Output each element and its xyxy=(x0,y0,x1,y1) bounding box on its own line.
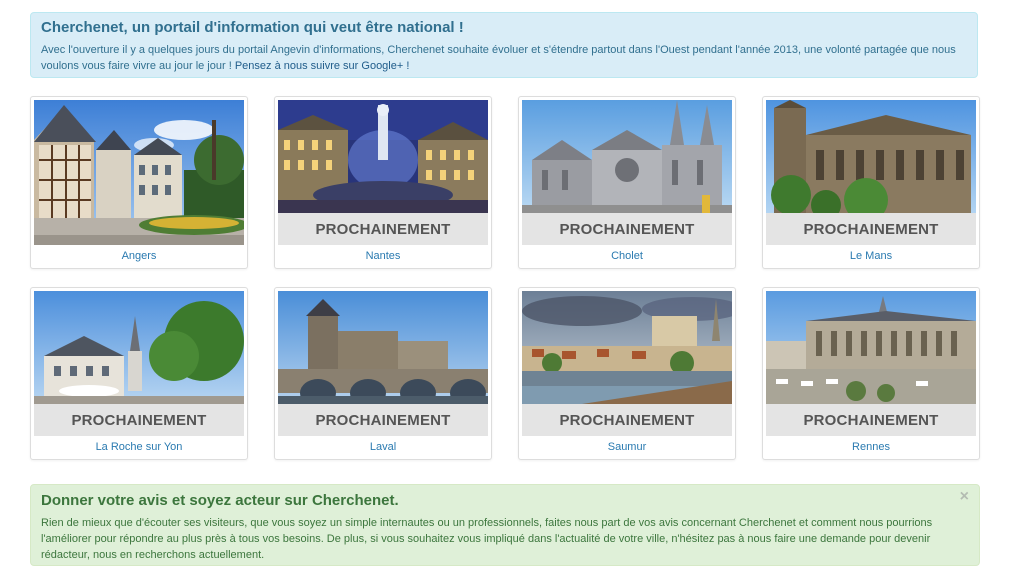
city-link-la-roche-sur-yon[interactable]: La Roche sur Yon xyxy=(31,441,247,453)
city-photo-la-roche-sur-yon[interactable]: PROCHAINEMENT xyxy=(34,291,244,436)
city-link-saumur[interactable]: Saumur xyxy=(519,441,735,453)
coming-soon-banner: PROCHAINEMENT xyxy=(278,404,488,436)
feedback-title: Donner votre avis et soyez acteur sur Ch… xyxy=(41,492,399,509)
city-card-rennes[interactable]: PROCHAINEMENT Rennes xyxy=(762,287,980,460)
city-photo-angers[interactable] xyxy=(34,100,244,245)
feedback-text: Rien de mieux que d'écouter ses visiteur… xyxy=(41,517,933,561)
city-photo-saumur[interactable]: PROCHAINEMENT xyxy=(522,291,732,436)
city-card-laval[interactable]: PROCHAINEMENT Laval xyxy=(274,287,492,460)
city-photo-nantes[interactable]: PROCHAINEMENT xyxy=(278,100,488,245)
feedback-alert: × Donner votre avis et soyez acteur sur … xyxy=(30,484,980,566)
city-link-rennes[interactable]: Rennes xyxy=(763,441,979,453)
coming-soon-banner: PROCHAINEMENT xyxy=(278,213,488,245)
intro-text: Avec l'ouverture il y a quelques jours d… xyxy=(41,42,967,74)
city-card-la-roche-sur-yon[interactable]: PROCHAINEMENT La Roche sur Yon xyxy=(30,287,248,460)
city-photo-rennes[interactable]: PROCHAINEMENT xyxy=(766,291,976,436)
city-card-angers[interactable]: Angers xyxy=(30,96,248,269)
city-link-le-mans[interactable]: Le Mans xyxy=(763,250,979,262)
city-link-laval[interactable]: Laval xyxy=(275,441,491,453)
coming-soon-banner: PROCHAINEMENT xyxy=(34,404,244,436)
city-card-cholet[interactable]: PROCHAINEMENT Cholet xyxy=(518,96,736,269)
intro-title: Cherchenet, un portail d'information qui… xyxy=(41,19,464,36)
intro-alert: Cherchenet, un portail d'information qui… xyxy=(30,12,978,78)
close-icon[interactable]: × xyxy=(960,489,969,505)
city-card-saumur[interactable]: PROCHAINEMENT Saumur xyxy=(518,287,736,460)
city-link-angers[interactable]: Angers xyxy=(31,250,247,262)
coming-soon-banner: PROCHAINEMENT xyxy=(522,213,732,245)
city-link-cholet[interactable]: Cholet xyxy=(519,250,735,262)
coming-soon-banner: PROCHAINEMENT xyxy=(766,404,976,436)
intro-body: Avec l'ouverture il y a quelques jours d… xyxy=(41,44,956,72)
city-photo-laval[interactable]: PROCHAINEMENT xyxy=(278,291,488,436)
city-card-nantes[interactable]: PROCHAINEMENT Nantes xyxy=(274,96,492,269)
city-card-le-mans[interactable]: PROCHAINEMENT Le Mans xyxy=(762,96,980,269)
google-plus-link[interactable]: Pensez à nous suivre sur Google+ ! xyxy=(235,60,410,72)
city-photo-le-mans[interactable]: PROCHAINEMENT xyxy=(766,100,976,245)
city-link-nantes[interactable]: Nantes xyxy=(275,250,491,262)
coming-soon-banner: PROCHAINEMENT xyxy=(766,213,976,245)
coming-soon-banner: PROCHAINEMENT xyxy=(522,404,732,436)
city-photo-cholet[interactable]: PROCHAINEMENT xyxy=(522,100,732,245)
